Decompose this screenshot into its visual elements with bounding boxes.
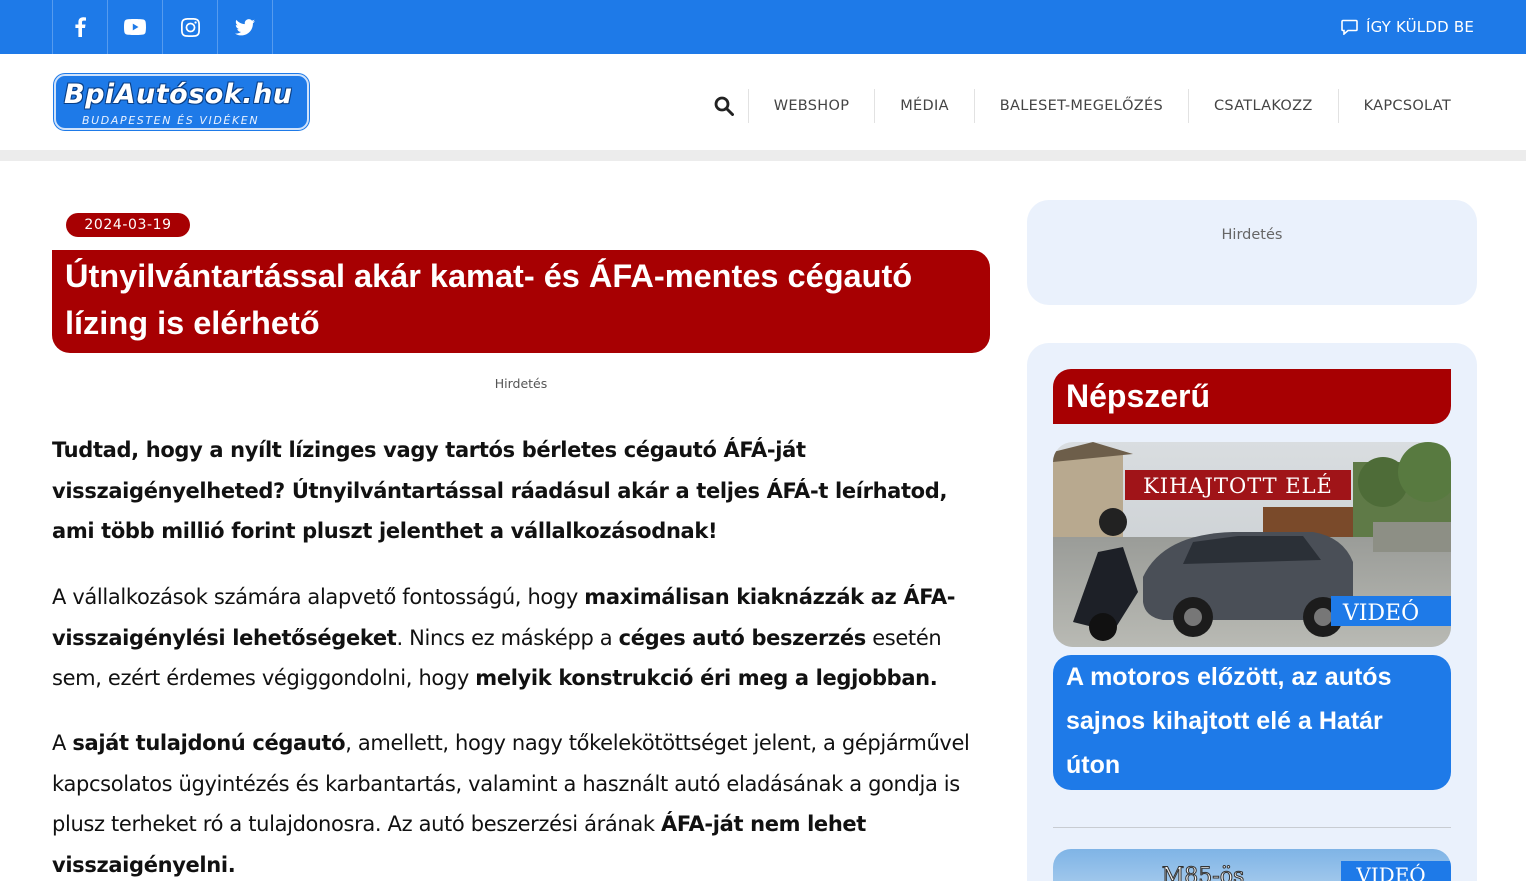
article-lead: Tudtad, hogy a nyílt lízinges vagy tartó…: [52, 438, 948, 543]
article-paragraph: A vállalkozások számára alapvető fontoss…: [52, 577, 992, 699]
youtube-button[interactable]: [108, 0, 163, 54]
facebook-button[interactable]: [53, 0, 108, 54]
search-icon: [714, 96, 734, 116]
chat-bubble-icon: [1341, 19, 1358, 35]
video-badge: VIDEÓ: [1355, 862, 1425, 881]
sidebar-ad-label: Hirdetés: [1221, 227, 1283, 243]
article-title: Útnyilvántartással akár kamat- és ÁFA-me…: [52, 250, 990, 353]
text-run-bold: melyik konstrukció éri meg a legjobban.: [475, 666, 938, 690]
popular-title: Népszerű: [1053, 369, 1451, 424]
text-run-bold: saját tulajdonú cégautó: [72, 731, 346, 755]
video-badge: VIDEÓ: [1342, 599, 1419, 626]
submit-tip-label: ÍGY KÜLDD BE: [1365, 18, 1474, 36]
social-links: [52, 0, 273, 54]
text-run-bold: céges autó beszerzés: [618, 625, 867, 650]
logo-text: BpiAutósok.hu: [64, 79, 293, 110]
site-header: BpiAutósok.hu BUDAPESTEN ÉS VIDÉKEN WEBS…: [0, 54, 1526, 150]
nav-item-accident-prevention[interactable]: BALESET-MEGELŐZÉS: [973, 89, 1188, 123]
thumbnail-caption: M85-ös: [1162, 864, 1245, 881]
text-run: . Nincs ez másképp a: [396, 625, 619, 650]
instagram-icon: [180, 17, 200, 37]
main-nav: WEBSHOP MÉDIA BALESET-MEGELŐZÉS CSATLAKO…: [700, 88, 1476, 124]
youtube-icon: [124, 19, 146, 35]
text-run: A vállalkozások számára alapvető fontoss…: [52, 585, 585, 609]
popular-item-title[interactable]: A motoros előzött, az autós sajnos kihaj…: [1053, 655, 1451, 790]
popular-widget: Népszerű KIHAJTOTT ELÉ VIDEÓ A motoros e…: [1027, 343, 1477, 881]
ad-label: Hirdetés: [494, 376, 548, 391]
popular-item-thumbnail[interactable]: M85-ös VIDEÓ: [1053, 849, 1451, 881]
nav-item-contact[interactable]: KAPCSOLAT: [1337, 89, 1476, 123]
facebook-icon: [75, 17, 86, 37]
header-divider: [0, 150, 1526, 161]
video-thumbnail-image: KIHAJTOTT ELÉ VIDEÓ: [1053, 442, 1451, 647]
article-date-badge: 2024-03-19: [66, 213, 190, 237]
sidebar-ad-box: Hirdetés: [1027, 200, 1477, 305]
submit-tip-link[interactable]: ÍGY KÜLDD BE: [1341, 0, 1474, 54]
search-button[interactable]: [700, 88, 748, 124]
video-thumbnail-image: M85-ös VIDEÓ: [1053, 849, 1451, 881]
text-run: A: [52, 731, 73, 755]
instagram-button[interactable]: [163, 0, 218, 54]
nav-item-join[interactable]: CSATLAKOZZ: [1188, 89, 1338, 123]
site-logo[interactable]: BpiAutósok.hu BUDAPESTEN ÉS VIDÉKEN: [54, 74, 309, 130]
nav-item-webshop[interactable]: WEBSHOP: [747, 89, 875, 123]
nav-item-media[interactable]: MÉDIA: [874, 89, 974, 123]
logo-subtitle: BUDAPESTEN ÉS VIDÉKEN: [82, 114, 260, 127]
popular-item-thumbnail[interactable]: KIHAJTOTT ELÉ VIDEÓ: [1053, 442, 1451, 647]
twitter-button[interactable]: [218, 0, 273, 54]
thumbnail-caption: KIHAJTOTT ELÉ: [1143, 474, 1333, 498]
twitter-icon: [235, 18, 255, 35]
article-paragraph: A saját tulajdonú cégautó, amellett, hog…: [52, 723, 992, 881]
top-bar: ÍGY KÜLDD BE: [0, 0, 1526, 54]
popular-item-divider: [1053, 827, 1451, 828]
